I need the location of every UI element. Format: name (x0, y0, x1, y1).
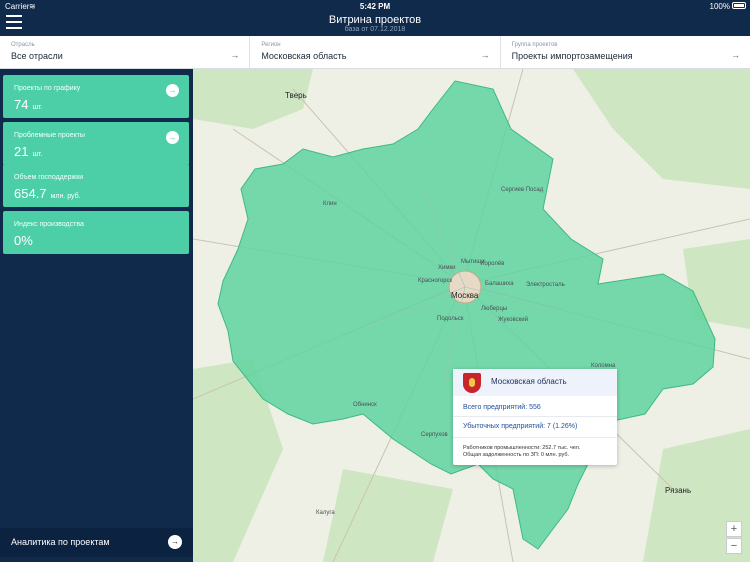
card-projects-on-schedule[interactable]: Проекты по графику 74 шт. → (3, 75, 189, 118)
card-label: Проблемные проекты (14, 132, 85, 139)
card-value-row: 21 шт. (14, 144, 42, 159)
popup-loss-enterprises: Убыточных предприятий: 7 (1.26%) (463, 423, 578, 430)
city-label: Мытищи (461, 259, 485, 265)
city-label: Серпухов (421, 432, 448, 438)
filter-caption: Отрасль (11, 42, 35, 48)
city-label: Москва (451, 291, 479, 300)
zoom-in-button[interactable]: + (726, 521, 742, 537)
card-label: Индекс производства (14, 221, 84, 228)
arrow-right-icon: → (230, 50, 240, 60)
top-bar: Carrier ≋ 5:42 PM 100% Витрина проектов … (0, 0, 750, 36)
card-value: 654.7 (14, 186, 47, 201)
arrow-right-icon: → (168, 535, 182, 549)
map-view[interactable]: Тверь Москва Рязань Калуга Обнинск Серпу… (193, 69, 750, 562)
city-label: Подольск (437, 316, 464, 322)
popup-debt: Общая задолженность по ЗП: 0 млн. руб. (463, 452, 570, 458)
coat-of-arms-icon (463, 373, 481, 393)
filter-project-group[interactable]: Группа проектов Проекты импортозамещения… (501, 36, 750, 68)
region-info-popup: Московская область Всего предприятий: 55… (453, 369, 617, 465)
popup-region-name: Московская область (491, 377, 567, 386)
status-bar: Carrier ≋ 5:42 PM 100% (0, 0, 750, 12)
card-value: 21 (14, 144, 29, 159)
city-label: Клин (323, 201, 337, 207)
city-label: Обнинск (353, 402, 377, 408)
city-label: Красногорск (418, 278, 453, 284)
city-label: Люберцы (481, 306, 508, 312)
popup-total-enterprises: Всего предприятий: 556 (463, 404, 541, 411)
card-unit: шт. (32, 104, 43, 111)
filter-region[interactable]: Регион Московская область → (250, 36, 501, 68)
filter-value: Проекты импортозамещения (511, 51, 633, 61)
card-state-support: Объем господдержки 654.7 млн. руб. (3, 164, 189, 207)
popup-header: Московская область (453, 369, 617, 396)
filter-industry[interactable]: Отрасль Все отрасли → (0, 36, 251, 68)
city-label: Балашиха (485, 281, 514, 287)
city-label: Тверь (285, 91, 307, 100)
city-label: Рязань (665, 486, 692, 495)
card-label: Объем господдержки (14, 174, 84, 181)
clock: 5:42 PM (359, 2, 391, 11)
filter-value: Московская область (261, 51, 347, 61)
card-value: 74 (14, 97, 29, 112)
card-value-row: 0% (14, 233, 37, 248)
card-value: 0% (14, 233, 33, 248)
sidebar-panel: Проекты по графику 74 шт. → Проблемные пр… (0, 69, 193, 562)
page-subtitle: база от 07.12.2018 (344, 26, 406, 33)
filter-caption: Регион (261, 42, 281, 48)
divider (453, 416, 617, 417)
card-unit: млн. руб. (50, 193, 81, 200)
page-title: Витрина проектов (328, 14, 422, 26)
filter-value: Все отрасли (11, 51, 63, 61)
city-label: Жуковский (498, 317, 528, 323)
arrow-right-icon: → (730, 50, 740, 60)
city-label: Химки (438, 265, 456, 271)
card-value-row: 654.7 млн. руб. (14, 186, 81, 201)
filter-bar: Отрасль Все отрасли → Регион Московская … (0, 36, 750, 69)
card-label: Проекты по графику (14, 85, 81, 92)
zoom-out-button[interactable]: − (726, 538, 742, 554)
arrow-right-icon: → (480, 50, 490, 60)
city-label: Калуга (316, 510, 335, 516)
filter-caption: Группа проектов (511, 42, 558, 48)
card-value-row: 74 шт. (14, 97, 42, 112)
battery-percent: 100% (709, 2, 730, 11)
card-unit: шт. (32, 151, 43, 158)
arrow-right-icon[interactable]: → (166, 84, 179, 97)
analytics-button[interactable]: Аналитика по проектам → (0, 528, 193, 557)
city-label: Электросталь (526, 282, 565, 288)
analytics-label: Аналитика по проектам (11, 537, 110, 547)
popup-workers: Работников промышленности: 252.7 тыс. че… (463, 445, 581, 451)
divider (453, 437, 617, 438)
city-label: Сергиев Посад (501, 187, 544, 193)
card-problem-projects[interactable]: Проблемные проекты 21 шт. → (3, 122, 189, 165)
arrow-right-icon[interactable]: → (166, 131, 179, 144)
battery-icon (732, 2, 746, 9)
card-production-index: Индекс производства 0% (3, 211, 189, 254)
